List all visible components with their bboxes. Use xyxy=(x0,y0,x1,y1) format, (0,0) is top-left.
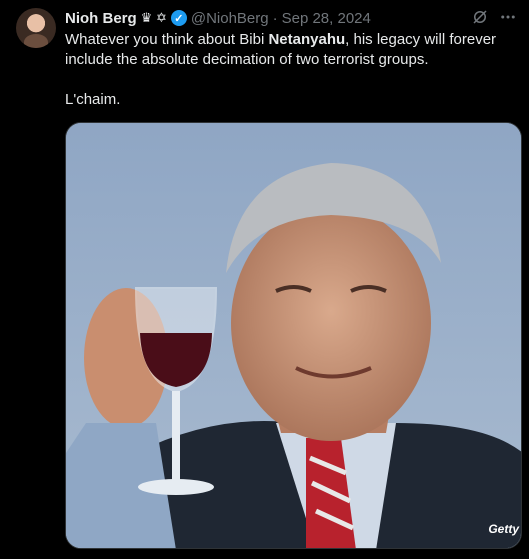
separator: · xyxy=(272,9,278,27)
tweet-card[interactable]: Nioh Berg ♛ ✡ ✓ @NiohBerg · Sep 28, 2024… xyxy=(0,0,529,559)
more-icon[interactable] xyxy=(499,8,517,31)
avatar[interactable] xyxy=(16,8,56,48)
text-line-2: L'chaim. xyxy=(65,91,121,108)
tweet-date[interactable]: Sep 28, 2024 xyxy=(282,10,371,27)
photo-illustration xyxy=(66,123,521,548)
tweet-header: Nioh Berg ♛ ✡ ✓ @NiohBerg · Sep 28, 2024 xyxy=(65,8,371,28)
author-handle[interactable]: @NiohBerg xyxy=(191,10,269,27)
text-part-1: Whatever you think about Bibi xyxy=(65,31,269,48)
grok-icon[interactable] xyxy=(471,8,489,31)
tweet-actions xyxy=(471,8,517,31)
text-mention-bold: Netanyahu xyxy=(268,31,346,48)
author-glyphs: ♛ ✡ xyxy=(140,10,167,25)
media-credit: Getty xyxy=(488,522,519,536)
tweet-media-image[interactable]: Getty xyxy=(65,122,522,549)
author-name[interactable]: Nioh Berg xyxy=(65,10,137,27)
verified-badge-icon: ✓ xyxy=(170,10,187,26)
tweet-text: Whatever you think about Bibi Netanyahu,… xyxy=(65,30,517,110)
